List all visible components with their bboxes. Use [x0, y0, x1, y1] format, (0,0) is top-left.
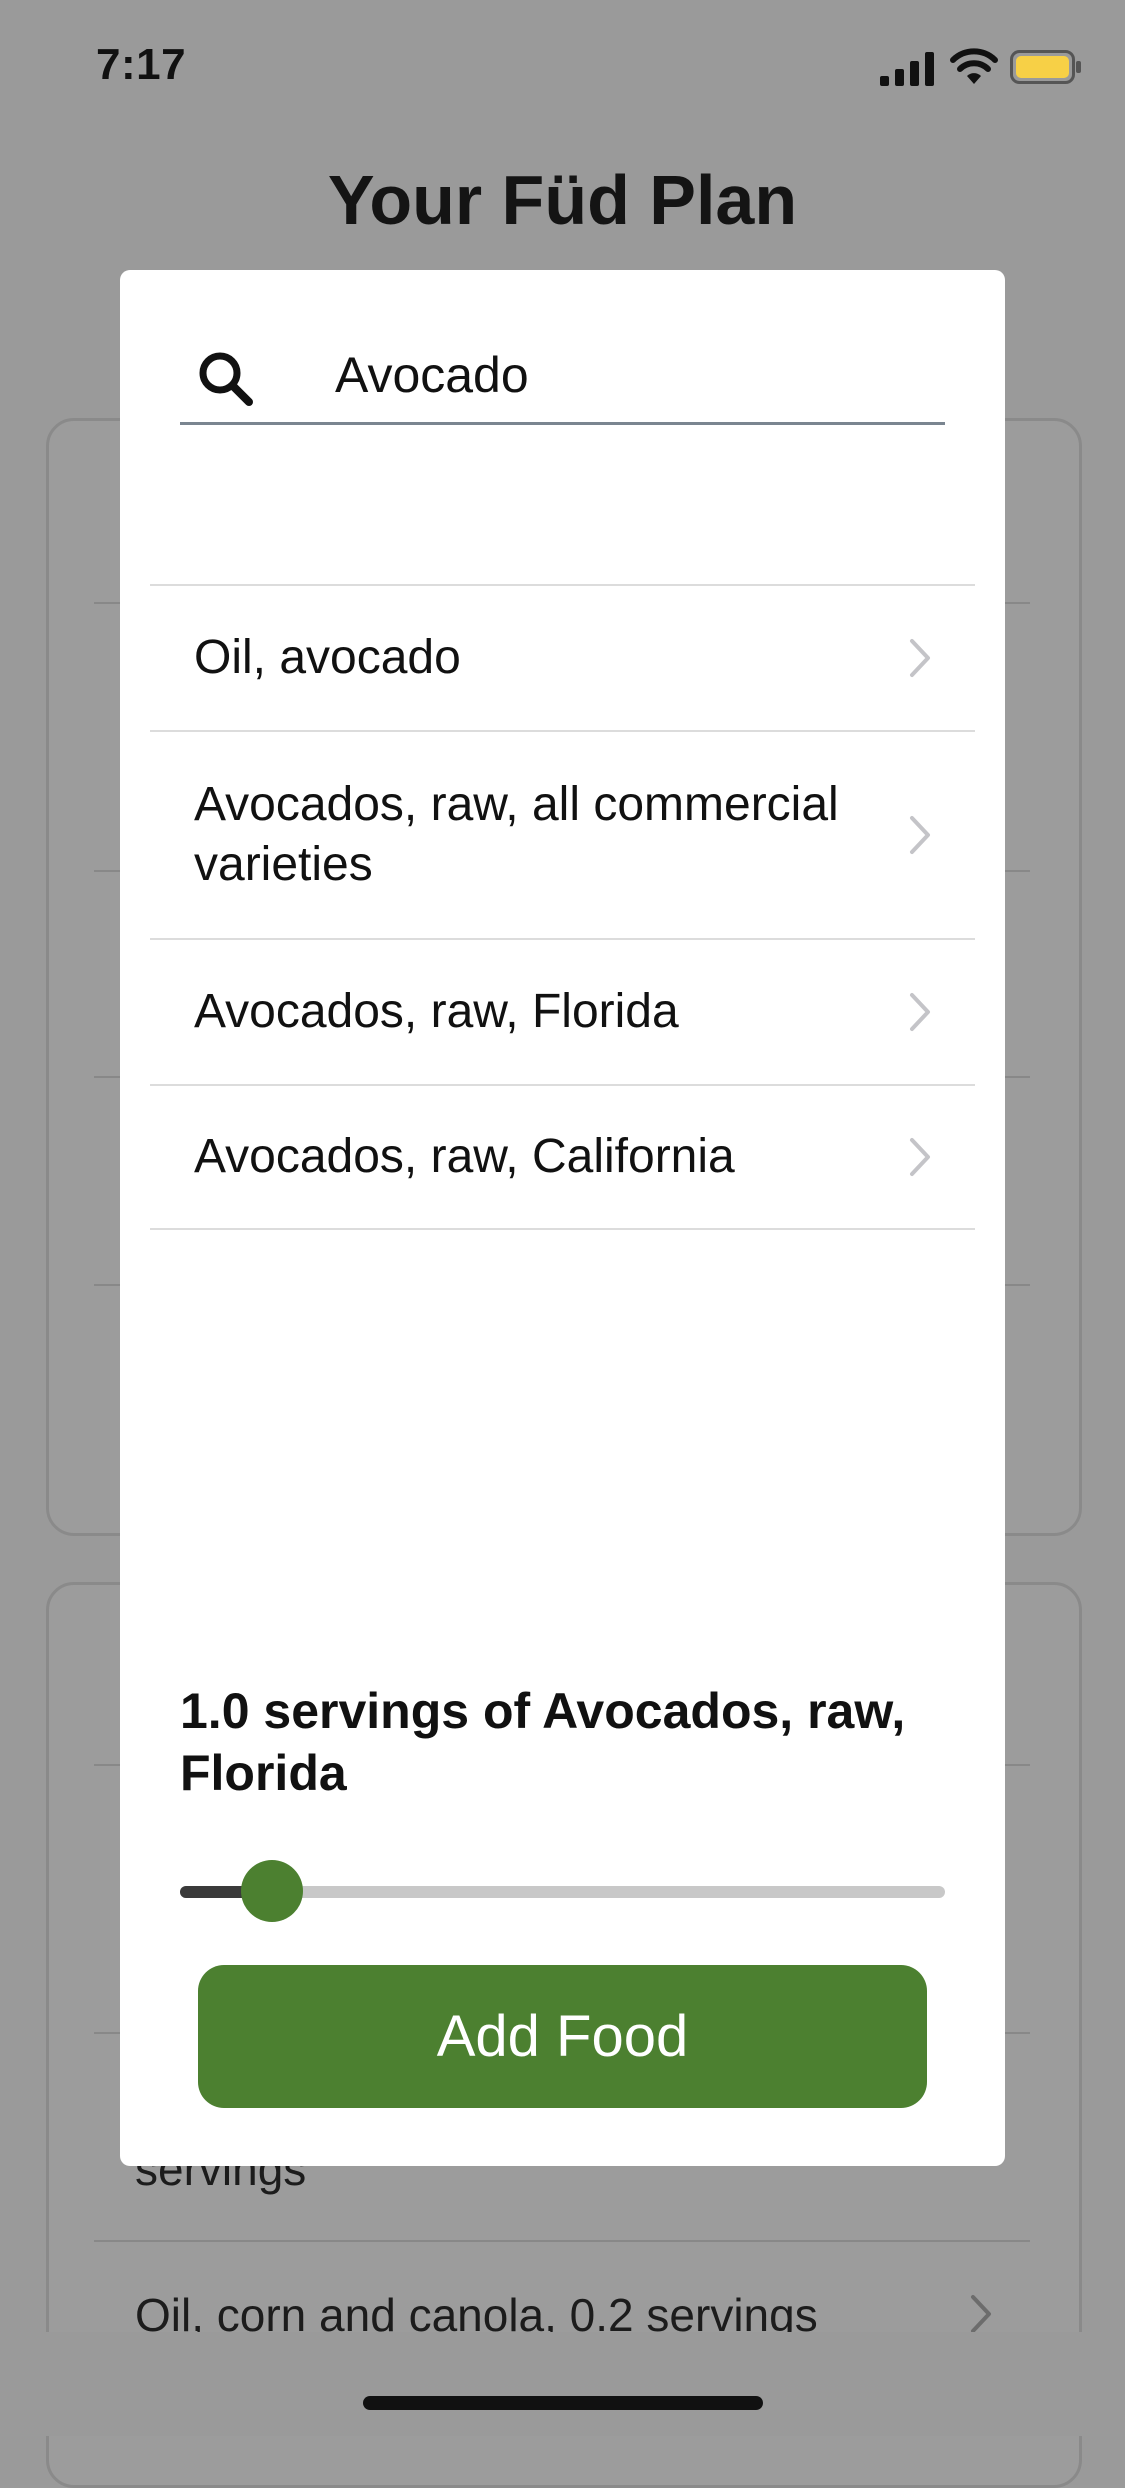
search-icon	[199, 352, 253, 406]
status-time: 7:17	[96, 40, 187, 89]
result-item-avocados-california[interactable]: Avocados, raw, California	[150, 1084, 975, 1230]
add-food-button[interactable]: Add Food	[198, 1965, 927, 2108]
servings-slider-thumb[interactable]	[240, 1860, 303, 1922]
search-input[interactable]	[335, 340, 895, 410]
battery-icon	[1010, 50, 1081, 84]
signal-icon	[880, 52, 934, 86]
selection-summary: 1.0 servings of Avocados, raw, Florida	[180, 1683, 906, 1801]
chevron-right-icon	[910, 816, 930, 854]
chevron-right-icon	[910, 639, 930, 677]
wifi-icon	[950, 48, 998, 84]
result-label: Avocados, raw, Florida	[194, 985, 679, 1038]
chevron-right-icon	[910, 1138, 930, 1176]
chevron-right-icon	[971, 2295, 991, 2333]
result-label: Avocados, raw, California	[194, 1130, 735, 1183]
background-bottom-fade	[0, 2332, 1125, 2436]
result-item-avocados-florida[interactable]: Avocados, raw, Florida	[150, 938, 975, 1084]
divider	[94, 2240, 1030, 2242]
result-label: Oil, avocado	[194, 631, 461, 684]
chevron-right-icon	[910, 993, 930, 1031]
add-food-modal: Oil, avocado Avocados, raw, all commerci…	[120, 270, 1005, 2166]
home-indicator[interactable]	[363, 2396, 763, 2410]
page-title: Your Füd Plan	[327, 161, 798, 239]
result-label: Avocados, raw, all commercial varieties	[194, 778, 839, 891]
search-results-list: Oil, avocado Avocados, raw, all commerci…	[150, 584, 975, 1230]
result-item-avocados-all-varieties[interactable]: Avocados, raw, all commercial varieties	[150, 730, 975, 938]
result-item-oil-avocado[interactable]: Oil, avocado	[150, 584, 975, 730]
